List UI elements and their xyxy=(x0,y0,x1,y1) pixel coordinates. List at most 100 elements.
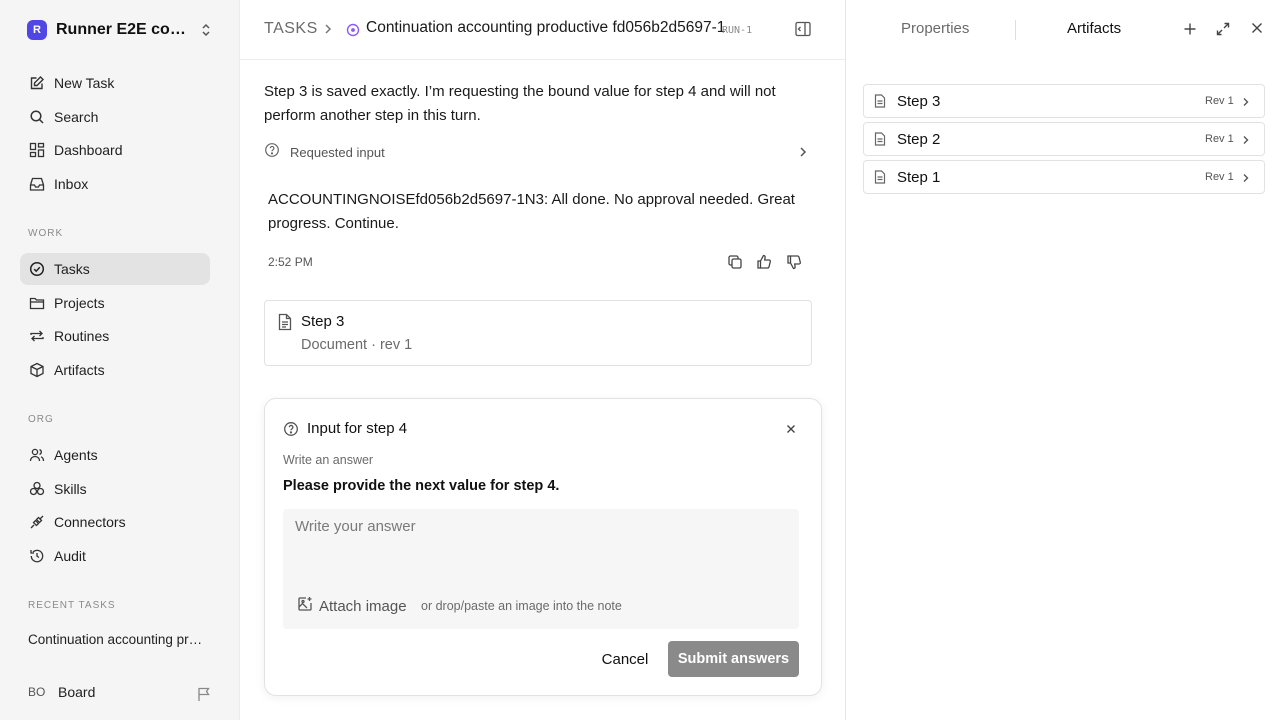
expand-icon[interactable] xyxy=(1215,21,1231,42)
attach-image-button[interactable]: Attach image xyxy=(297,596,407,617)
document-subtitle: Document · rev 1 xyxy=(301,337,413,353)
artifact-item[interactable]: Step 2 Rev 1 xyxy=(863,122,1265,156)
chevron-right-icon xyxy=(1240,95,1252,113)
sidebar-item-connectors[interactable]: Connectors xyxy=(20,506,210,538)
document-icon xyxy=(874,170,886,189)
chevron-right-icon xyxy=(796,145,810,164)
copy-icon[interactable] xyxy=(726,253,744,271)
sidebar: R Runner E2E continuation New Task Searc… xyxy=(0,0,240,720)
sidebar-item-artifacts[interactable]: Artifacts xyxy=(20,354,210,386)
artifact-item[interactable]: Step 3 Rev 1 xyxy=(863,84,1265,118)
tab-artifacts[interactable]: Artifacts xyxy=(1067,20,1121,37)
sidebar-item-search[interactable]: Search xyxy=(20,101,210,133)
question-circle-icon xyxy=(283,421,299,442)
input-card-hint: Write an answer xyxy=(283,453,374,467)
flag-icon[interactable] xyxy=(196,686,212,707)
sidebar-item-label: New Task xyxy=(54,75,115,91)
sidebar-item-label: Skills xyxy=(54,481,87,497)
document-icon xyxy=(277,313,293,336)
box-icon xyxy=(28,361,46,379)
submit-answers-button[interactable]: Submit answers xyxy=(668,641,799,677)
breadcrumb-tasks[interactable]: TASKS xyxy=(264,20,318,38)
repeat-icon xyxy=(28,327,46,345)
close-icon[interactable] xyxy=(785,422,797,440)
sidebar-item-label: Agents xyxy=(54,447,98,463)
avatar: BO xyxy=(28,685,46,699)
chevron-right-icon xyxy=(322,22,334,41)
sidebar-item-label: Tasks xyxy=(54,261,90,277)
skills-icon xyxy=(28,480,46,498)
sidebar-item-label: Inbox xyxy=(54,176,89,192)
check-circle-icon xyxy=(28,260,46,278)
sidebar-item-label: Projects xyxy=(54,295,105,311)
sidebar-item-routines[interactable]: Routines xyxy=(20,320,210,352)
sidebar-item-tasks[interactable]: Tasks xyxy=(20,253,210,285)
chevron-up-down-icon xyxy=(200,22,212,43)
history-icon xyxy=(28,547,46,565)
run-tag: RUN-1 xyxy=(722,25,753,36)
task-header: TASKS Continuation accounting productive… xyxy=(240,0,845,60)
user-name: Board xyxy=(58,684,96,700)
users-icon xyxy=(28,446,46,464)
answer-input[interactable] xyxy=(283,509,799,581)
artifact-name: Step 3 xyxy=(897,93,941,110)
sidebar-item-label: Audit xyxy=(54,548,86,564)
document-icon xyxy=(874,132,886,151)
sidebar-item-agents[interactable]: Agents xyxy=(20,439,210,471)
inbox-icon xyxy=(28,175,46,193)
chevron-right-icon xyxy=(1240,171,1252,189)
workspace-name: Runner E2E continuation xyxy=(56,21,190,38)
workspace-switcher[interactable]: R Runner E2E continuation xyxy=(20,14,220,46)
user-reply: ACCOUNTINGNOISEfd056b2d5697-1N3: All don… xyxy=(268,191,795,232)
sidebar-item-projects[interactable]: Projects xyxy=(20,287,210,319)
chevron-right-icon xyxy=(1240,133,1252,151)
panel-toggle-icon[interactable] xyxy=(794,20,812,43)
sidebar-item-dashboard[interactable]: Dashboard xyxy=(20,134,210,166)
sidebar-item-label: Artifacts xyxy=(54,362,105,378)
document-icon xyxy=(874,94,886,113)
artifact-item[interactable]: Step 1 Rev 1 xyxy=(863,160,1265,194)
user-menu[interactable]: BO Board xyxy=(28,684,95,700)
input-request-card: Input for step 4 Write an answer Please … xyxy=(264,398,822,696)
folder-icon xyxy=(28,294,46,312)
cancel-button[interactable]: Cancel xyxy=(589,642,661,676)
artifact-rev: Rev 1 xyxy=(1205,171,1234,183)
message-timestamp: 2:52 PM xyxy=(268,255,313,269)
page-title: Continuation accounting productive fd056… xyxy=(366,19,726,36)
artifact-name: Step 2 xyxy=(897,131,941,148)
sidebar-item-skills[interactable]: Skills xyxy=(20,473,210,505)
section-label-work: WORK xyxy=(28,228,64,239)
thumbs-up-icon[interactable] xyxy=(755,253,773,271)
artifact-name: Step 1 xyxy=(897,169,941,186)
sidebar-item-label: Dashboard xyxy=(54,142,123,158)
search-icon xyxy=(28,108,46,126)
attach-image-label: Attach image xyxy=(319,598,407,615)
input-card-title: Input for step 4 xyxy=(307,420,408,437)
thumbs-down-icon[interactable] xyxy=(785,253,803,271)
sidebar-item-new-task[interactable]: New Task xyxy=(20,67,210,99)
sidebar-item-audit[interactable]: Audit xyxy=(20,540,210,572)
tab-properties[interactable]: Properties xyxy=(901,20,969,37)
document-card[interactable]: Step 3 Document · rev 1 xyxy=(264,300,812,366)
section-label-recent: RECENT TASKS xyxy=(28,600,116,611)
image-plus-icon xyxy=(297,596,313,617)
sidebar-item-label: Connectors xyxy=(54,514,126,530)
plus-icon[interactable] xyxy=(1182,21,1198,42)
input-card-question: Please provide the next value for step 4… xyxy=(283,478,560,494)
close-icon[interactable] xyxy=(1250,21,1264,40)
tab-divider xyxy=(1015,20,1016,40)
main-panel: Step 3 is saved exactly. I’m requesting … xyxy=(240,0,846,720)
artifact-rev: Rev 1 xyxy=(1205,95,1234,107)
plug-icon xyxy=(28,513,46,531)
sidebar-item-inbox[interactable]: Inbox xyxy=(20,168,210,200)
workspace-logo: R xyxy=(27,20,47,40)
requested-input-label: Requested input xyxy=(290,144,385,160)
agent-message: Step 3 is saved exactly. I’m requesting … xyxy=(264,83,776,124)
details-panel: Properties Artifacts Step 3 Rev 1 Step 2… xyxy=(847,0,1280,720)
requested-input-row[interactable]: Requested input xyxy=(264,140,810,164)
sidebar-item-label: Search xyxy=(54,109,99,125)
recent-task-item[interactable]: Continuation accounting productive fd056… xyxy=(28,632,208,647)
document-title: Step 3 xyxy=(301,313,345,330)
edit-icon xyxy=(28,74,46,92)
answer-area: Attach image or drop/paste an image into… xyxy=(283,509,799,629)
